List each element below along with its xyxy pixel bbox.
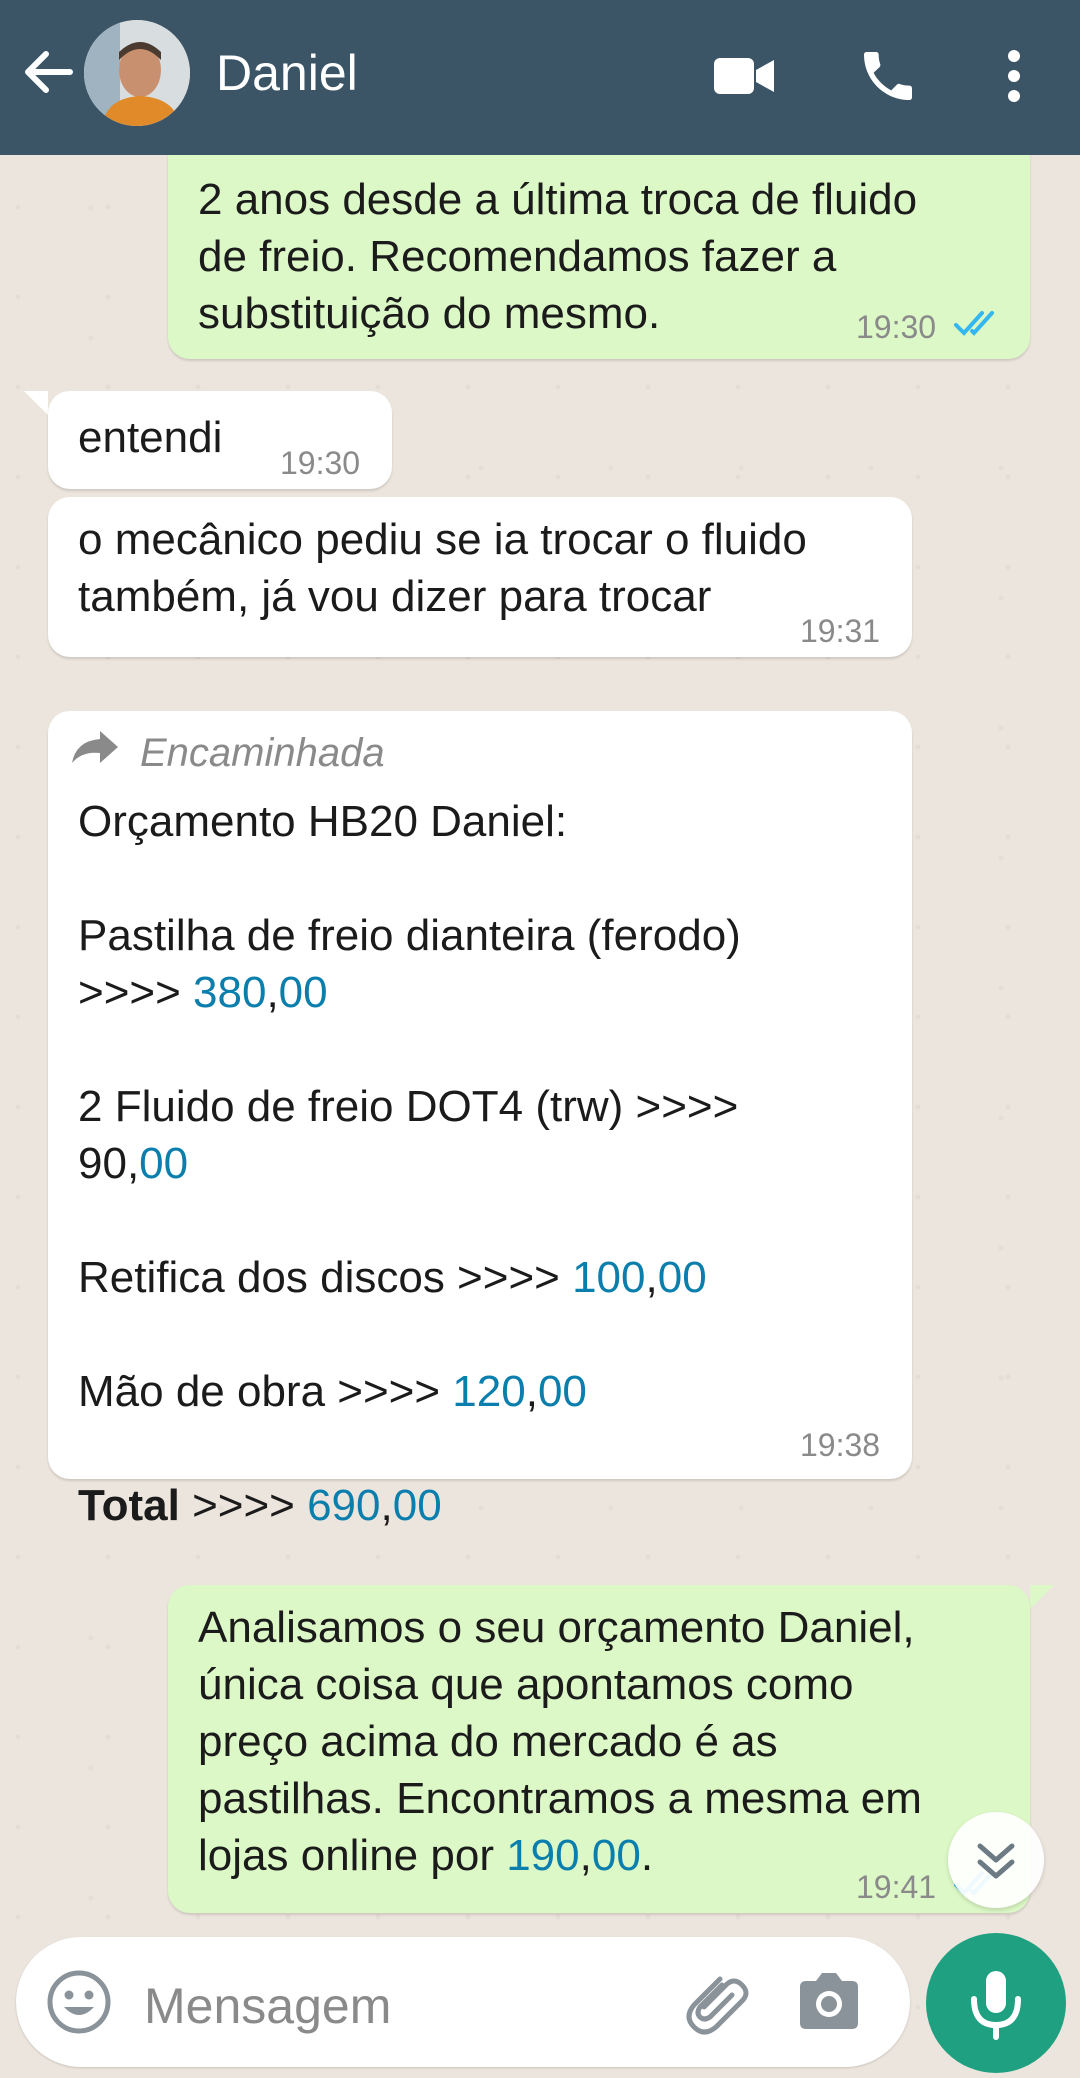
more-options-button[interactable] [984,44,1044,108]
message-outgoing[interactable]: 2 anos desde a última troca de fluido de… [168,155,1030,359]
avatar-image [84,20,190,126]
double-check-icon [954,311,994,336]
video-call-button[interactable] [712,44,776,108]
phone-number-link[interactable]: 00 [658,1253,707,1302]
forwarded-label: Encaminhada [140,731,385,775]
phone-number-link[interactable]: 00 [538,1367,587,1416]
camera-icon [800,1973,858,2029]
phone-number-link[interactable]: 00 [592,1831,641,1880]
message-text: entendi [78,413,223,462]
phone-number-link[interactable]: 690 [307,1481,380,1530]
attach-icon [686,1976,749,2035]
budget-total: Total >>>> 690,00 [78,1481,442,1530]
message-text-line: 2 anos desde a última troca de fluido [198,175,918,224]
attach-button[interactable] [682,1967,752,2037]
more-vert-icon [1008,50,1020,102]
emoji-button[interactable] [46,1969,112,2035]
message-incoming-forwarded[interactable]: Encaminhada Orçamento HB20 Daniel: Pasti… [48,711,912,1530]
message-text-line: pastilhas. Encontramos a mesma em [198,1774,922,1823]
message-text-line: Analisamos o seu orçamento Daniel, [198,1603,915,1652]
message-time: 19:31 [800,613,881,649]
budget-title: Orçamento HB20 Daniel: [78,797,568,846]
phone-icon [864,52,912,100]
message-text-line: o mecânico pediu se ia trocar o fluido [78,515,807,564]
chevron-double-down-icon [977,1843,1015,1879]
bubble-tail [1030,1585,1054,1609]
message-text-line: preço acima do mercado é as [198,1717,778,1766]
voice-call-button[interactable] [856,44,920,108]
forward-icon [72,731,118,763]
camera-button[interactable] [794,1969,864,2035]
message-outgoing[interactable]: Analisamos o seu orçamento Daniel, única… [168,1585,1030,1913]
emoji-icon [47,1970,111,2034]
message-time: 19:38 [800,1427,881,1463]
phone-number-link[interactable]: 190 [506,1831,579,1880]
voice-message-button[interactable] [926,1933,1066,2073]
message-time: 19:41 [856,1869,937,1905]
contact-name[interactable]: Daniel [216,44,358,102]
message-time: 19:30 [280,445,361,481]
message-composer: Mensagem [16,1937,910,2067]
avatar[interactable] [84,20,190,126]
message-text-line: única coisa que apontamos como [198,1660,854,1709]
back-arrow-icon [25,51,73,93]
phone-number-link[interactable]: 380 [193,968,266,1017]
phone-number-link[interactable]: 00 [393,1481,442,1530]
message-text-line: também, já vou dizer para trocar [78,572,712,621]
budget-item-1-price: >>>> 380,00 [78,968,328,1017]
bubble-tail [24,391,48,415]
scroll-to-bottom-button[interactable] [948,1812,1044,1908]
message-list[interactable]: 2 anos desde a última troca de fluido de… [0,155,1080,1925]
budget-item-2-price: 90,00 [78,1139,189,1188]
budget-item-1: Pastilha de freio dianteira (ferodo) [78,911,741,960]
budget-item-2: 2 Fluido de freio DOT4 (trw) >>>> [78,1082,739,1131]
message-incoming[interactable]: o mecânico pediu se ia trocar o fluido t… [48,497,912,657]
phone-number-link[interactable]: 120 [452,1367,525,1416]
budget-item-4: Mão de obra >>>> 120,00 [78,1367,587,1416]
message-time: 19:30 [856,309,937,345]
message-text-line: de freio. Recomendamos fazer a [198,232,837,281]
mic-icon [971,1971,1021,2040]
message-incoming[interactable]: entendi 19:30 [48,391,392,489]
back-button[interactable] [18,42,78,102]
chat-header: Daniel [0,0,1080,155]
budget-item-3: Retifica dos discos >>>> 100,00 [78,1253,707,1302]
phone-number-link[interactable]: 100 [572,1253,645,1302]
video-call-icon [714,58,774,94]
phone-number-link[interactable]: 00 [279,968,328,1017]
message-input[interactable]: Mensagem [144,1977,391,2035]
phone-number-link[interactable]: 00 [139,1139,188,1188]
